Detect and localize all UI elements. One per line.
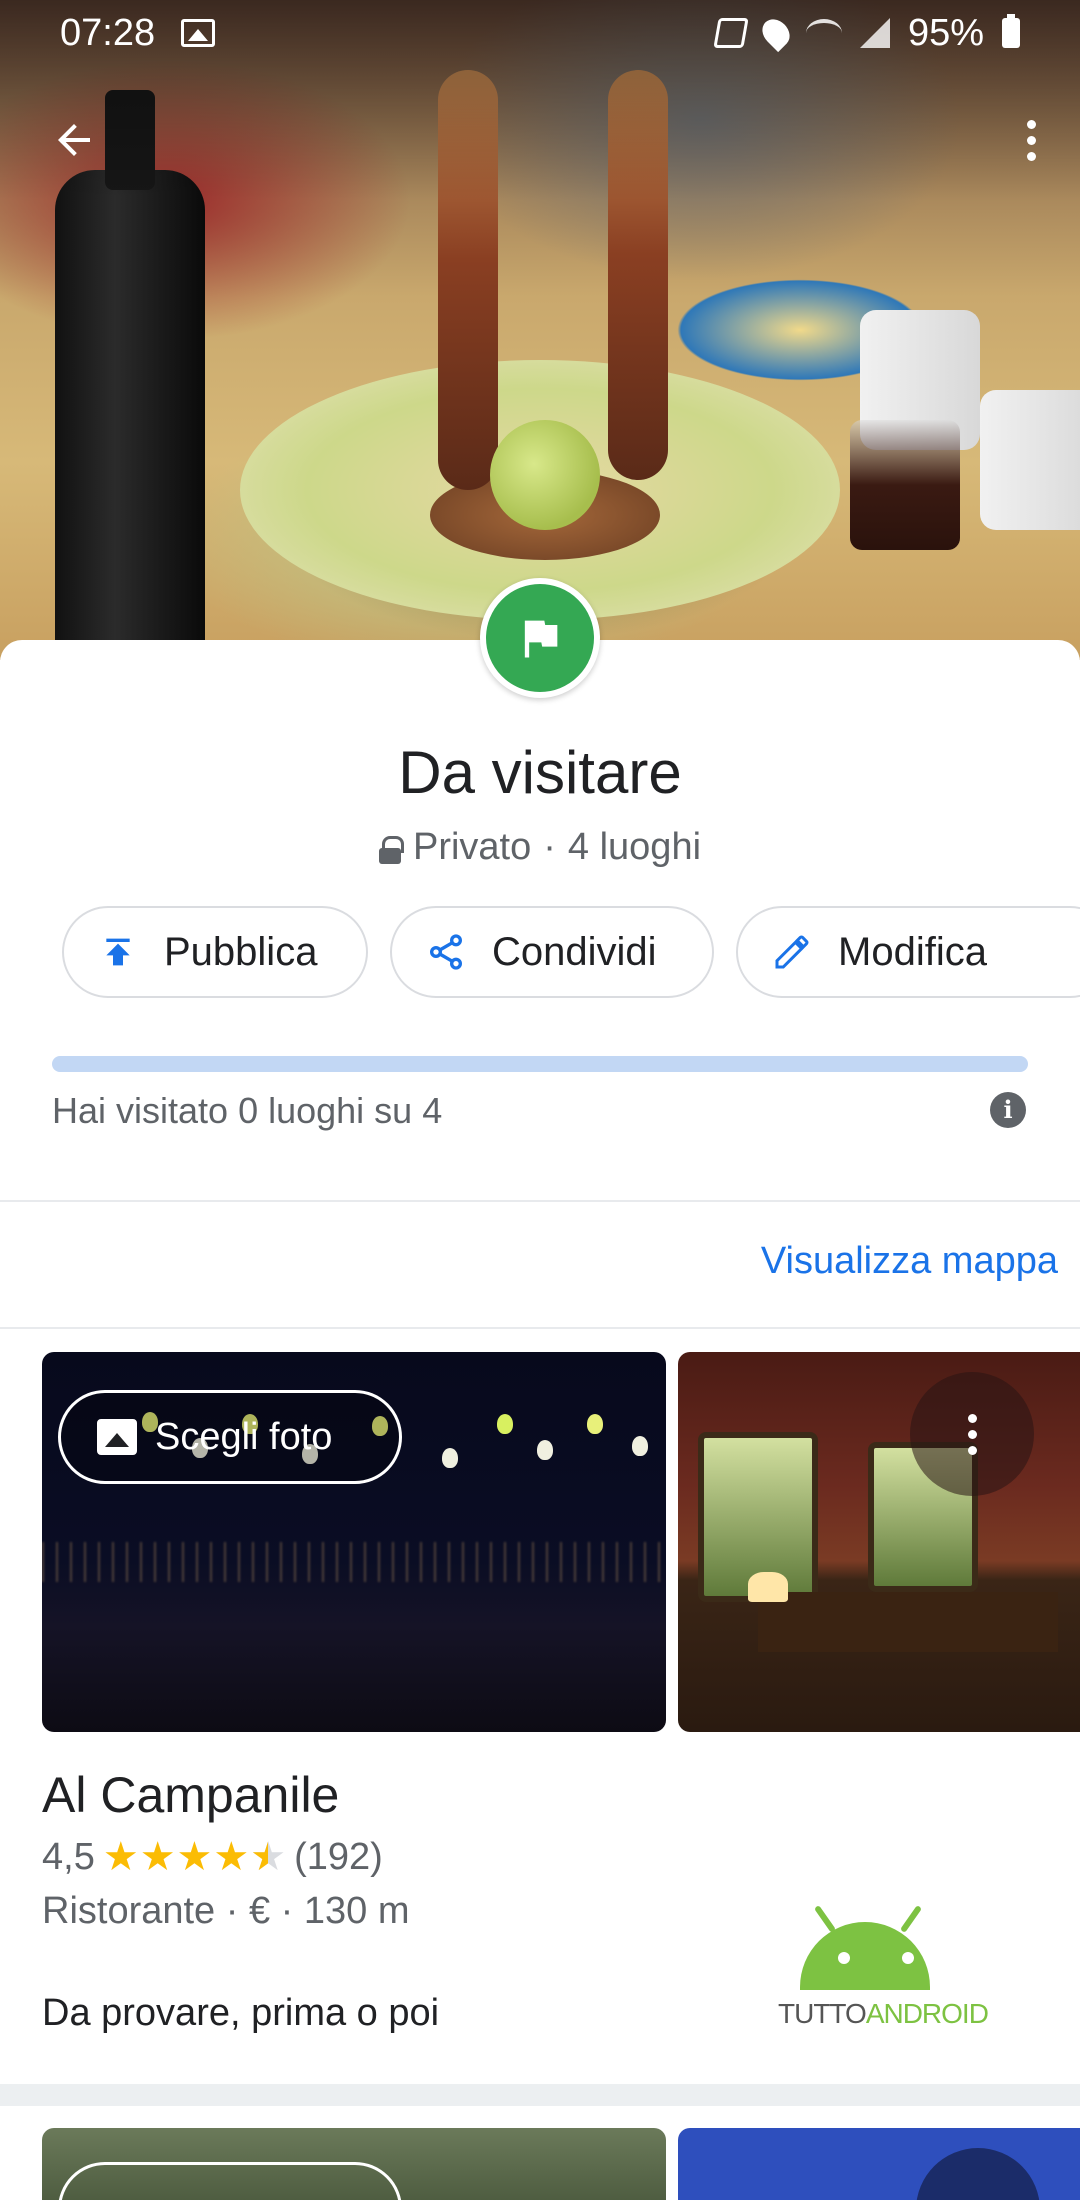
- divider: [0, 1327, 1080, 1329]
- signal-icon: [859, 18, 890, 48]
- flag-icon: [524, 620, 558, 658]
- share-button[interactable]: Condividi: [390, 906, 714, 998]
- list-title: Da visitare: [398, 739, 682, 806]
- publish-button[interactable]: Pubblica: [62, 906, 368, 998]
- visited-progress-bar: [52, 1056, 1028, 1072]
- star-icon: ★: [102, 1834, 139, 1880]
- choose-photo-button[interactable]: Scegli foto: [58, 1390, 402, 1484]
- place-photo[interactable]: Scegli foto: [42, 1352, 666, 1732]
- star-rating: ★ ★ ★ ★ ★: [103, 1834, 286, 1880]
- share-label: Condividi: [492, 929, 657, 974]
- image-notification-icon: [181, 19, 216, 47]
- edit-label: Modifica: [838, 929, 987, 974]
- place-category-line: Ristorante · € · 130 m: [42, 1890, 410, 1932]
- more-options-button[interactable]: [1006, 108, 1056, 172]
- battery-level: 95%: [907, 11, 984, 54]
- photo-more-button[interactable]: [916, 2148, 1040, 2200]
- meta-separator: ·: [543, 826, 556, 868]
- list-cover-photo: [0, 0, 1080, 660]
- edit-icon: [775, 935, 809, 969]
- choose-photo-button[interactable]: [58, 2162, 402, 2200]
- privacy-label: Privato: [412, 826, 532, 868]
- place-count: 4 luoghi: [567, 826, 702, 868]
- photo-more-button[interactable]: [910, 1372, 1034, 1496]
- battery-icon: [1002, 14, 1020, 48]
- list-badge: [480, 578, 600, 698]
- half-star-icon: ★: [250, 1834, 286, 1880]
- saved-list-screen: 07:28 95% Da visitare Privato · 4 luoghi: [0, 0, 1080, 2200]
- place-photo[interactable]: [42, 2128, 666, 2200]
- place-rating: 4,5 ★ ★ ★ ★ ★ (192): [42, 1834, 383, 1880]
- photo-icon: [97, 1419, 137, 1455]
- back-button[interactable]: [42, 108, 106, 172]
- place-note[interactable]: Da provare, prima o poi: [42, 1992, 439, 2035]
- divider: [0, 1200, 1080, 1202]
- place-photos[interactable]: Scegli foto: [0, 1352, 1080, 1732]
- section-separator: [0, 2084, 1080, 2106]
- place-photo[interactable]: [678, 2128, 1080, 2200]
- rating-value: 4,5: [42, 1835, 95, 1878]
- star-icon: ★: [139, 1834, 176, 1880]
- view-map-link[interactable]: Visualizza mappa: [761, 1240, 1058, 1283]
- watermark-logo: TUTTOANDROID: [760, 1900, 989, 2030]
- more-vert-icon: [1026, 119, 1036, 129]
- status-time: 07:28: [60, 11, 156, 54]
- review-count: (192): [294, 1835, 383, 1878]
- more-vert-icon: [967, 1413, 977, 1423]
- share-icon: [430, 934, 462, 970]
- arrow-back-icon: [58, 124, 90, 156]
- location-icon: [756, 13, 796, 53]
- star-icon: ★: [176, 1834, 213, 1880]
- mute-icon: [713, 18, 749, 48]
- place-photo[interactable]: [678, 1352, 1080, 1732]
- wifi-icon: [805, 19, 842, 47]
- publish-icon: [106, 938, 130, 966]
- watermark-text: ANDROID: [865, 1998, 989, 2029]
- star-icon: ★: [213, 1834, 250, 1880]
- lock-icon: [378, 835, 404, 864]
- info-icon[interactable]: i: [990, 1092, 1026, 1128]
- list-actions: Pubblica Condividi Modifica: [62, 906, 1080, 998]
- watermark-text: TUTTO: [778, 1998, 867, 2029]
- edit-button[interactable]: Modifica: [736, 906, 1080, 998]
- next-place-photos[interactable]: [0, 2128, 1080, 2200]
- status-bar: 07:28 95%: [0, 0, 1080, 66]
- place-name[interactable]: Al Campanile: [42, 1766, 339, 1824]
- choose-photo-label: Scegli foto: [155, 1415, 333, 1458]
- publish-label: Pubblica: [164, 929, 318, 974]
- visited-progress-text: Hai visitato 0 luoghi su 4: [52, 1090, 443, 1131]
- list-meta: Privato · 4 luoghi: [0, 826, 1080, 869]
